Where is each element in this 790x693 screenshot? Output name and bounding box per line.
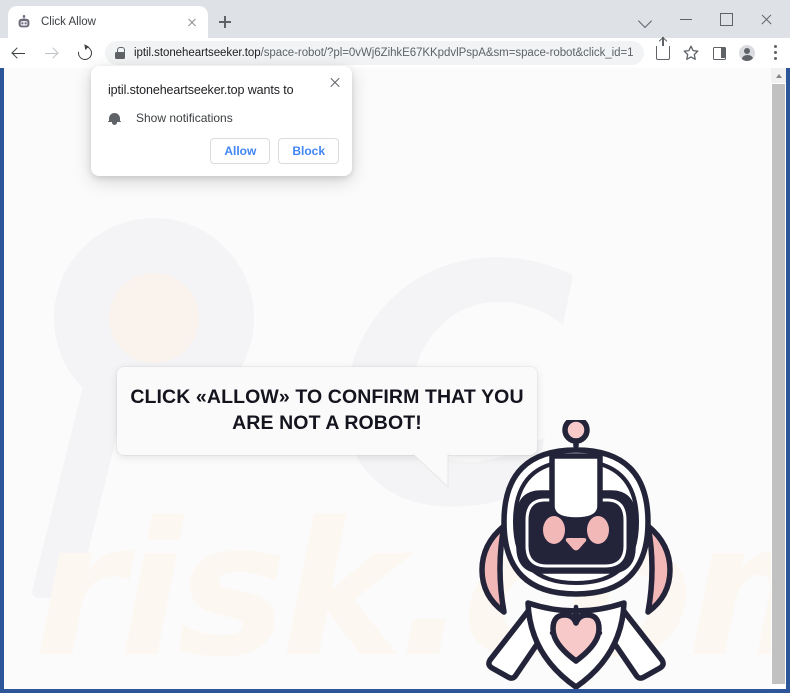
window-controls — [626, 0, 786, 38]
block-button[interactable]: Block — [278, 138, 339, 164]
permission-label: Show notifications — [136, 111, 233, 125]
new-tab-button[interactable] — [214, 11, 236, 33]
dialog-close-icon[interactable] — [326, 73, 344, 91]
allow-button[interactable]: Allow — [210, 138, 271, 164]
lock-icon — [115, 47, 125, 59]
tab-strip: Click Allow — [0, 0, 790, 38]
watermark-inner-circle — [109, 273, 199, 363]
bookmark-star-icon — [683, 45, 699, 60]
reload-button[interactable] — [71, 39, 99, 67]
address-bar[interactable]: iptil.stoneheartseeker.top/space-robot/?… — [105, 41, 644, 65]
bookmark-button[interactable] — [678, 40, 704, 66]
forward-arrow-icon — [45, 47, 58, 60]
tab-search-icon[interactable] — [626, 0, 666, 38]
speech-bubble-text: CLICK «ALLOW» TO CONFIRM THAT YOU ARE NO… — [130, 385, 523, 436]
dialog-title: iptil.stoneheartseeker.top wants to — [108, 83, 294, 97]
side-panel-icon — [713, 47, 726, 60]
profile-button[interactable] — [734, 40, 760, 66]
tab-title: Click Allow — [41, 16, 96, 28]
browser-toolbar: iptil.stoneheartseeker.top/space-robot/?… — [0, 37, 790, 68]
forward-button[interactable] — [38, 39, 66, 67]
side-panel-button[interactable] — [706, 40, 732, 66]
browser-tab[interactable]: Click Allow — [8, 6, 208, 38]
url-host: iptil.stoneheartseeker.top — [134, 47, 261, 59]
back-button[interactable] — [5, 39, 33, 67]
minimize-icon[interactable] — [666, 0, 706, 38]
notification-permission-dialog: iptil.stoneheartseeker.top wants to Show… — [91, 66, 352, 176]
scrollbar-up-arrow-icon[interactable] — [771, 68, 786, 83]
bell-icon — [108, 111, 121, 125]
window-close-icon[interactable] — [746, 0, 786, 38]
browser-window: Click Allow iptil.stoneheartseeker.top/s… — [0, 0, 790, 693]
url-text: iptil.stoneheartseeker.top/space-robot/?… — [134, 47, 634, 59]
dialog-buttons: Allow Block — [210, 138, 339, 164]
share-button[interactable] — [650, 37, 676, 66]
page-scrollbar[interactable] — [771, 68, 786, 689]
space-robot-mascot — [466, 416, 696, 689]
maximize-icon[interactable] — [706, 0, 746, 38]
back-arrow-icon — [12, 47, 25, 60]
url-path: /space-robot/?pl=0vWj6ZihkE67KKpdvlPspA&… — [260, 47, 634, 59]
share-icon — [656, 37, 670, 60]
speech-bubble: CLICK «ALLOW» TO CONFIRM THAT YOU ARE NO… — [117, 367, 537, 455]
robot-favicon-icon — [16, 14, 32, 30]
chrome-menu-button[interactable] — [762, 40, 788, 66]
tab-close-icon[interactable] — [184, 14, 200, 30]
bubble-line-1: CLICK «ALLOW» TO CONFIRM THAT YOU — [130, 386, 524, 409]
reload-icon — [75, 43, 95, 63]
permission-row: Show notifications — [108, 111, 233, 125]
speech-bubble-tail — [410, 451, 456, 495]
profile-avatar-icon — [739, 45, 755, 61]
three-dot-menu-icon — [773, 45, 777, 61]
bubble-line-2: ARE NOT A ROBOT! — [232, 412, 422, 434]
scrollbar-thumb[interactable] — [772, 84, 785, 684]
